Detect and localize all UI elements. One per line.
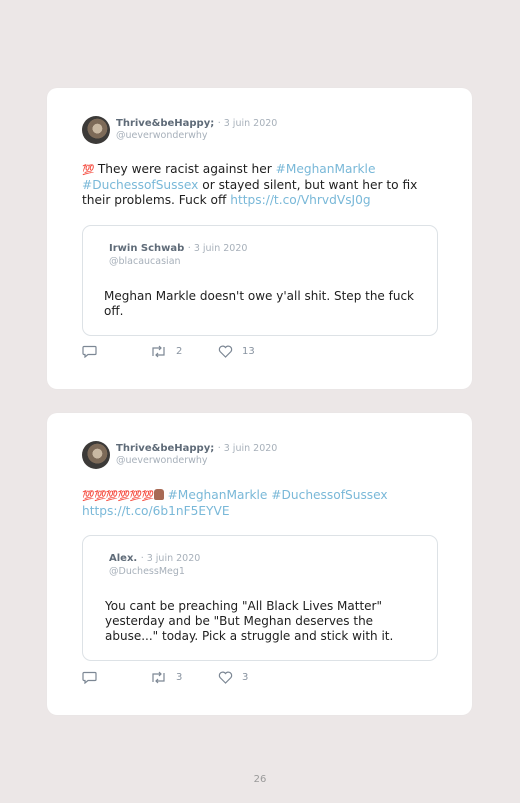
hashtag-link[interactable]: #MeghanMarkle <box>276 162 376 176</box>
quote-author-name[interactable]: Alex. <box>109 553 137 564</box>
reply-icon <box>82 345 97 358</box>
hashtag-link[interactable]: #DuchessofSussex <box>82 178 198 192</box>
hundred-points-icon: 💯💯💯💯💯💯 <box>82 491 154 502</box>
like-button[interactable]: 3 <box>218 671 248 684</box>
page-number: 26 <box>253 774 267 785</box>
retweet-count: 3 <box>176 672 183 683</box>
heart-icon <box>218 345 233 358</box>
tweet-text: 💯 They were racist against her #MeghanMa… <box>82 162 442 208</box>
tweet-actions: 2 13 <box>82 345 282 359</box>
tweet-date[interactable]: · 3 juin 2020 <box>218 443 278 454</box>
tweet-url-link[interactable]: https://t.co/VhrvdVsJ0g <box>230 193 370 207</box>
author-name[interactable]: Thrive&beHappy; <box>116 118 214 129</box>
author-line: Thrive&beHappy; · 3 juin 2020 <box>116 118 277 129</box>
like-count: 13 <box>242 346 255 357</box>
quote-author-line: Irwin Schwab · 3 juin 2020 <box>109 243 247 254</box>
reply-button[interactable] <box>82 671 97 684</box>
reply-button[interactable] <box>82 345 97 358</box>
tweet-card: Thrive&beHappy; · 3 juin 2020 @ueverwond… <box>47 88 472 389</box>
heart-icon <box>218 671 233 684</box>
tweet-text: 💯💯💯💯💯💯 #MeghanMarkle #DuchessofSussex htt… <box>82 488 442 519</box>
retweet-button[interactable]: 3 <box>150 671 182 684</box>
hashtag-link[interactable]: #DuchessofSussex <box>271 488 387 502</box>
author-handle[interactable]: @ueverwonderwhy <box>116 455 208 466</box>
reply-icon <box>82 671 97 684</box>
quote-author-name[interactable]: Irwin Schwab <box>109 243 184 254</box>
tweet-date[interactable]: · 3 juin 2020 <box>218 118 278 129</box>
retweet-count: 2 <box>176 346 183 357</box>
retweet-icon <box>152 671 165 684</box>
hashtag-link[interactable]: #MeghanMarkle <box>168 488 268 502</box>
tweet-url-link[interactable]: https://t.co/6b1nF5EYVE <box>82 504 230 518</box>
author-name[interactable]: Thrive&beHappy; <box>116 443 214 454</box>
like-count: 3 <box>242 672 249 683</box>
quoted-tweet[interactable]: Irwin Schwab · 3 juin 2020 @blacaucasian… <box>82 225 438 336</box>
quote-author-handle[interactable]: @DuchessMeg1 <box>109 566 185 577</box>
tweet-actions: 3 3 <box>82 671 282 685</box>
author-line: Thrive&beHappy; · 3 juin 2020 <box>116 443 277 454</box>
retweet-icon <box>152 345 165 358</box>
hundred-points-icon: 💯 <box>82 165 94 176</box>
quote-author-handle[interactable]: @blacaucasian <box>109 256 181 267</box>
retweet-button[interactable]: 2 <box>150 345 182 358</box>
quote-date[interactable]: · 3 juin 2020 <box>188 243 248 254</box>
avatar[interactable] <box>82 116 110 144</box>
like-button[interactable]: 13 <box>218 345 255 358</box>
quote-text: You cant be preaching "All Black Lives M… <box>105 599 394 643</box>
shrug-person-icon <box>153 489 164 500</box>
quote-date[interactable]: · 3 juin 2020 <box>141 553 201 564</box>
author-handle[interactable]: @ueverwonderwhy <box>116 130 208 141</box>
quoted-tweet[interactable]: Alex. · 3 juin 2020 @DuchessMeg1 You can… <box>82 535 438 661</box>
quote-author-line: Alex. · 3 juin 2020 <box>109 553 200 564</box>
tweet-text-part: They were racist against her <box>93 162 276 176</box>
tweet-card: Thrive&beHappy; · 3 juin 2020 @ueverwond… <box>47 413 472 715</box>
quote-text: Meghan Markle doesn't owe y'all shit. St… <box>104 289 415 318</box>
avatar[interactable] <box>82 441 110 469</box>
